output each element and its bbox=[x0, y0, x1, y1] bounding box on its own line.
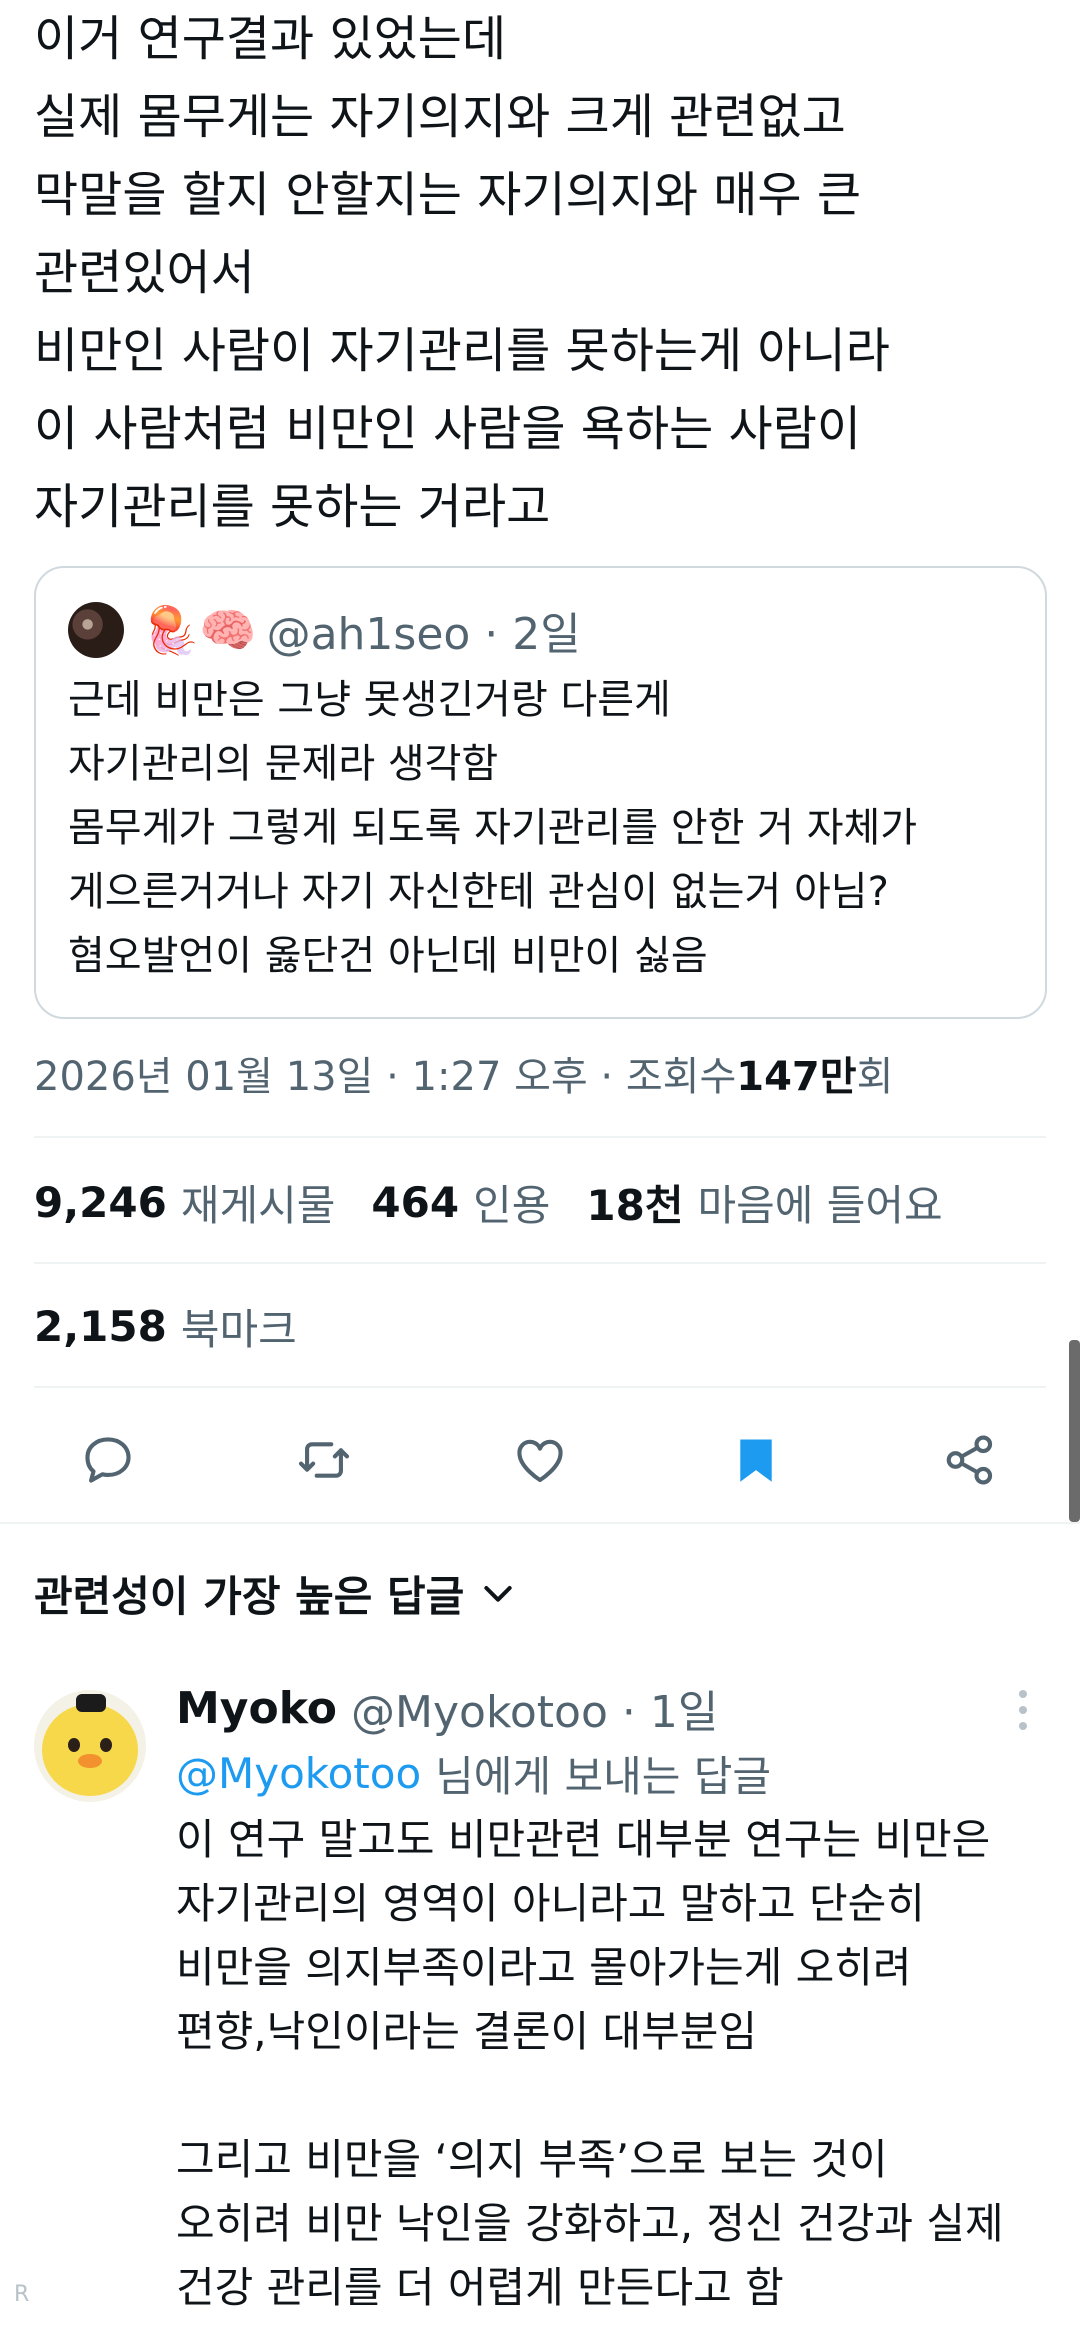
more-dot-icon bbox=[1019, 1690, 1027, 1698]
quotes-count[interactable]: 464 bbox=[371, 1178, 459, 1227]
replies-sort-dropdown[interactable]: 관련성이 가장 높은 답글 bbox=[34, 1560, 518, 1626]
views-count: 147만 bbox=[736, 1054, 857, 1100]
reply-text: 이 연구 말고도 비만관련 대부분 연구는 비만은 자기관리의 영역이 아니라고… bbox=[176, 1808, 1056, 2320]
tweet-line: 관련있어서 bbox=[34, 245, 255, 301]
quoted-line: 근데 비만은 그냥 못생긴거랑 다른게 bbox=[68, 677, 671, 723]
reply-line: 그리고 비만을 ‘의지 부족’으로 보는 것이 bbox=[176, 2135, 888, 2184]
bookmark-stats: 2,158 북마크 bbox=[34, 1286, 333, 1366]
bookmark-button[interactable] bbox=[720, 1424, 792, 1496]
tweet-line: 실제 몸무게는 자기의지와 크게 관련없고 bbox=[34, 89, 846, 145]
tweet-line: 자기관리를 못하는 거라고 bbox=[34, 479, 551, 535]
tweet-line: 이거 연구결과 있었는데 bbox=[34, 11, 507, 67]
quoted-line: 자기관리의 문제라 생각함 bbox=[68, 741, 499, 787]
quoted-author-emoji-name: 🪼🧠 bbox=[142, 603, 257, 657]
scrollbar[interactable] bbox=[1069, 1340, 1080, 1522]
reply-line bbox=[176, 2064, 1056, 2128]
engagement-stats: 9,246 재게시물 464 인용 18천 마음에 들어요 bbox=[34, 1162, 979, 1242]
quoted-line: 혐오발언이 옳단건 아닌데 비만이 싫음 bbox=[68, 933, 708, 979]
reply-author-handle[interactable]: @Myokotoo · 1일 bbox=[351, 1676, 718, 1740]
retweets-count[interactable]: 9,246 bbox=[34, 1178, 167, 1227]
quoted-tweet-text: 근데 비만은 그냥 못생긴거랑 다른게 자기관리의 문제라 생각함 몸무게가 그… bbox=[68, 668, 1028, 988]
repost-button[interactable] bbox=[288, 1424, 360, 1496]
reply-line: 이 연구 말고도 비만관련 대부분 연구는 비만은 bbox=[176, 1815, 991, 1864]
timestamp: 2026년 01월 13일 · 1:27 오후 · 조회수 bbox=[34, 1054, 737, 1100]
quoted-author-avatar bbox=[68, 602, 124, 658]
reply-line: 자기관리의 영역이 아니라고 말하고 단순히 bbox=[176, 1879, 925, 1928]
reply-header: Myoko @Myokotoo · 1일 bbox=[176, 1676, 718, 1740]
more-dot-icon bbox=[1019, 1722, 1027, 1730]
tweet-detail-page: 이거 연구결과 있었는데 실제 몸무게는 자기의지와 크게 관련없고 막말을 할… bbox=[0, 0, 1080, 2327]
section-separator bbox=[0, 1522, 1080, 1524]
corner-mark: R bbox=[14, 2282, 30, 2307]
reply-line: 비만을 의지부족이라고 몰아가는게 오히려 bbox=[176, 1943, 912, 1992]
reply-author-avatar[interactable] bbox=[34, 1690, 146, 1802]
tweet-line: 이 사람처럼 비만인 사람을 욕하는 사람이 bbox=[34, 401, 862, 457]
quoted-tweet-card[interactable]: 🪼🧠 @ah1seo · 2일 근데 비만은 그냥 못생긴거랑 다른게 자기관리… bbox=[34, 566, 1047, 1019]
reply-to-suffix: 님에게 보내는 답글 bbox=[435, 1751, 771, 1801]
reply-button[interactable] bbox=[72, 1424, 144, 1496]
replies-sort-label: 관련성이 가장 높은 답글 bbox=[34, 1571, 465, 1621]
reply-author-name[interactable]: Myoko bbox=[176, 1683, 337, 1734]
tweet-timestamp-views: 2026년 01월 13일 · 1:27 오후 · 조회수 147만 회 bbox=[34, 1040, 893, 1106]
share-button[interactable] bbox=[934, 1424, 1006, 1496]
tweet-line: 막말을 할지 안할지는 자기의지와 매우 큰 bbox=[34, 167, 862, 223]
quotes-label[interactable]: 인용 bbox=[473, 1172, 550, 1233]
reply-line: 건강 관리를 더 어렵게 만든다고 함 bbox=[176, 2263, 784, 2312]
likes-label[interactable]: 마음에 들어요 bbox=[697, 1172, 942, 1233]
tweet-action-bar bbox=[0, 1410, 1080, 1510]
reply-icon bbox=[85, 1437, 131, 1483]
divider bbox=[34, 1262, 1046, 1264]
bookmarks-count: 2,158 bbox=[34, 1301, 167, 1351]
divider bbox=[34, 1386, 1046, 1388]
reply-to-line: @Myokotoo 님에게 보내는 답글 bbox=[176, 1740, 771, 1806]
reply-line: 오히려 비만 낙인을 강화하고, 정신 건강과 실제 bbox=[176, 2199, 1004, 2248]
likes-count[interactable]: 18천 bbox=[586, 1172, 683, 1233]
quoted-line: 게으른거거나 자기 자신한테 관심이 없는거 아님? bbox=[68, 869, 889, 915]
views-unit: 회 bbox=[856, 1054, 894, 1100]
repost-icon bbox=[298, 1442, 350, 1478]
reply-to-mention[interactable]: @Myokotoo bbox=[176, 1749, 421, 1798]
like-button[interactable] bbox=[504, 1424, 576, 1496]
divider bbox=[34, 1136, 1046, 1138]
heart-icon bbox=[517, 1439, 563, 1483]
reply-line: 편향,낙인이라는 결론이 대부분임 bbox=[176, 2007, 758, 2056]
bookmarks-label: 북마크 bbox=[180, 1304, 297, 1354]
chevron-down-icon bbox=[484, 1586, 512, 1602]
quoted-author-handle: @ah1seo · 2일 bbox=[266, 609, 581, 660]
quoted-tweet-header: 🪼🧠 @ah1seo · 2일 bbox=[68, 598, 581, 662]
quoted-line: 몸무게가 그렇게 되도록 자기관리를 안한 거 자체가 bbox=[68, 805, 918, 851]
retweets-label[interactable]: 재게시물 bbox=[181, 1172, 336, 1233]
more-dot-icon bbox=[1019, 1706, 1027, 1714]
share-icon bbox=[946, 1435, 993, 1485]
tweet-line: 비만인 사람이 자기관리를 못하는게 아니라 bbox=[34, 323, 890, 379]
bookmark-filled-icon bbox=[740, 1439, 772, 1482]
more-options-button[interactable] bbox=[1008, 1690, 1038, 1730]
tweet-text: 이거 연구결과 있었는데 실제 몸무게는 자기의지와 크게 관련없고 막말을 할… bbox=[34, 0, 1044, 546]
